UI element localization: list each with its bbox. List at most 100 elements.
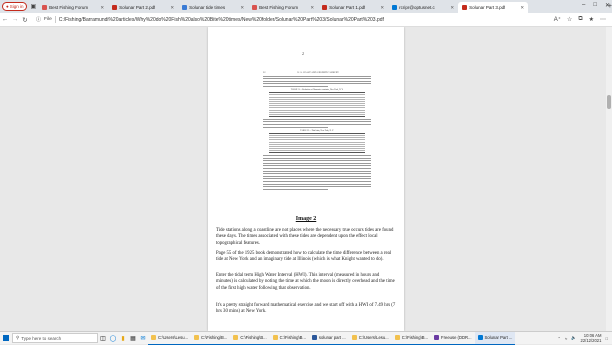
- windows-logo-icon: [3, 335, 9, 341]
- taskbar-app[interactable]: solunar part ...: [308, 332, 349, 345]
- collections-icon[interactable]: ⧉: [578, 16, 582, 23]
- vertical-scrollbar[interactable]: [606, 27, 612, 331]
- scan-text-line: [263, 118, 371, 120]
- back-icon[interactable]: ←: [0, 16, 10, 23]
- app-icon: [194, 335, 200, 340]
- taskbar-app[interactable]: Freeuse (DDR...: [431, 332, 475, 345]
- scan-table-row: [269, 143, 365, 145]
- scan-text-line: [263, 75, 371, 77]
- tab-favicon-icon: [392, 5, 398, 10]
- browser-tab[interactable]: Solunar Part 1.pdf ✕: [318, 2, 388, 13]
- minimize-icon[interactable]: –: [582, 2, 585, 9]
- taskbar-search[interactable]: ⚲ Type here to search: [12, 333, 98, 343]
- pdf-viewer: 2 32 U. S. COAST AND GEODETIC SURVEY TAB…: [0, 27, 612, 331]
- scan-text-line: [263, 124, 371, 125]
- scrollbar-thumb[interactable]: [607, 95, 611, 109]
- app-icon: [477, 335, 483, 340]
- taskbar-app[interactable]: Solunar Part ...: [474, 331, 516, 345]
- browser-tab[interactable]: Solunar Part 3.pdf ✕: [458, 2, 529, 13]
- scan-table-row: [269, 114, 365, 116]
- taskbar-app-label: C:\Fishing\B...: [401, 335, 429, 340]
- refresh-icon[interactable]: ↻: [20, 16, 30, 24]
- tab-close-icon[interactable]: ✕: [520, 5, 524, 11]
- scan-text-line: [263, 126, 328, 128]
- tab-title: Solunar Part 3.pdf: [469, 5, 506, 10]
- scan-table-row: [269, 116, 365, 118]
- edge-icon[interactable]: ◯: [108, 332, 118, 345]
- taskbar-app-label: C:\Fishing\B...: [279, 335, 306, 340]
- tab-close-icon[interactable]: ✕: [170, 5, 174, 11]
- taskbar-app[interactable]: C:\Fishing\B...: [269, 332, 309, 345]
- scan-text-line: [263, 173, 371, 175]
- scan-text-line: [263, 181, 371, 182]
- taskbar-app-label: Freeuse (DDR...: [441, 335, 472, 340]
- mail-icon[interactable]: ✉: [138, 332, 148, 345]
- maximize-icon[interactable]: □: [593, 2, 597, 9]
- tab-close-icon[interactable]: ✕: [310, 5, 314, 11]
- tab-close-icon[interactable]: ✕: [380, 5, 384, 11]
- sign-in-button[interactable]: ● Sign in: [2, 2, 28, 11]
- volume-icon[interactable]: 🔈: [571, 335, 576, 341]
- tab-favicon-icon: [112, 5, 118, 10]
- tab-title: Solunar Part 2.pdf: [119, 5, 156, 10]
- taskbar-app-label: C:\Fishing\B...: [201, 335, 228, 340]
- close-window-icon[interactable]: ✕: [605, 2, 610, 9]
- taskbar-app-label: Solunar Part ...: [484, 335, 513, 340]
- favorites-icon[interactable]: ★: [589, 16, 594, 23]
- tab-title: Best Fishing Forum: [259, 5, 299, 10]
- read-aloud-icon[interactable]: A⁺: [554, 16, 561, 23]
- app-icon: [351, 335, 357, 340]
- tab-close-icon[interactable]: ✕: [240, 5, 244, 11]
- page-number: 2: [302, 51, 304, 56]
- taskbar-app-label: C:\Fishing\B...: [240, 335, 267, 340]
- tab-close-icon[interactable]: ✕: [100, 5, 104, 11]
- taskbar-app[interactable]: C:\Fishing\B...: [391, 332, 432, 345]
- paragraph-4: It's a pretty straight forward mathemati…: [216, 303, 396, 315]
- browser-tab[interactable]: rcripr@optusnet.c ✕: [388, 2, 458, 13]
- scan-table-caption-2: TABLE 22.—Tidal data, New York, N. Y.: [300, 129, 334, 132]
- scan-table-row: [269, 137, 365, 139]
- notifications-icon[interactable]: □: [605, 336, 608, 341]
- scan-table-row: [269, 111, 365, 113]
- browser-tab[interactable]: Best Fishing Forum ✕: [38, 2, 108, 13]
- profile-icon: ●: [6, 4, 9, 9]
- scan-text-line: [263, 183, 371, 185]
- workspaces-icon[interactable]: ▣: [30, 3, 36, 10]
- url-field[interactable]: ⓘ File C:/Fishing/Barramundi%20articles/…: [36, 16, 554, 23]
- taskbar-app[interactable]: C:\Users\Lesu...: [148, 332, 192, 345]
- scan-table-row: [269, 152, 365, 154]
- file-explorer-icon[interactable]: ▮: [118, 332, 128, 345]
- browser-tab[interactable]: Best Fishing Forum ✕: [248, 2, 318, 13]
- scan-text-line: [263, 121, 371, 123]
- app-icon: [394, 335, 400, 340]
- tray-chevron-icon[interactable]: ⌃: [557, 336, 561, 341]
- forward-icon[interactable]: →: [10, 16, 20, 23]
- tab-favicon-icon: [42, 5, 48, 10]
- tab-favicon-icon: [182, 5, 188, 10]
- scan-text-line: [263, 80, 371, 82]
- favorite-star-icon[interactable]: ☆: [567, 16, 572, 23]
- scan-table-row: [269, 96, 365, 98]
- task-view-icon[interactable]: ◫: [98, 332, 108, 345]
- tab-close-icon[interactable]: ✕: [450, 5, 454, 11]
- browser-tab[interactable]: Solunar Part 2.pdf ✕: [108, 2, 178, 13]
- scan-table-row: [269, 132, 365, 134]
- scan-table-row: [269, 105, 365, 107]
- taskbar-app[interactable]: C:\Users\Lesu...: [348, 332, 392, 345]
- url-separator: [54, 16, 56, 23]
- taskbar-app[interactable]: C:\Fishing\B...: [230, 332, 270, 345]
- scan-table-row: [269, 109, 365, 111]
- browser-tab[interactable]: Solunar tide times ✕: [178, 2, 248, 13]
- more-options-icon[interactable]: ⋯: [600, 16, 606, 23]
- network-icon[interactable]: ≈: [565, 336, 567, 341]
- scan-table-row: [269, 92, 365, 94]
- store-icon[interactable]: ▦: [128, 332, 138, 345]
- info-icon: ⓘ: [36, 17, 42, 23]
- scan-header-title: U. S. COAST AND GEODETIC SURVEY: [297, 71, 339, 74]
- scan-text-line: [263, 85, 328, 87]
- start-button[interactable]: [0, 332, 12, 345]
- clock[interactable]: 10:06 AM 22/12/2021: [581, 333, 602, 343]
- scan-table-row: [269, 139, 365, 141]
- tab-title: Solunar tide times: [189, 5, 226, 10]
- taskbar-app[interactable]: C:\Fishing\B...: [191, 332, 231, 345]
